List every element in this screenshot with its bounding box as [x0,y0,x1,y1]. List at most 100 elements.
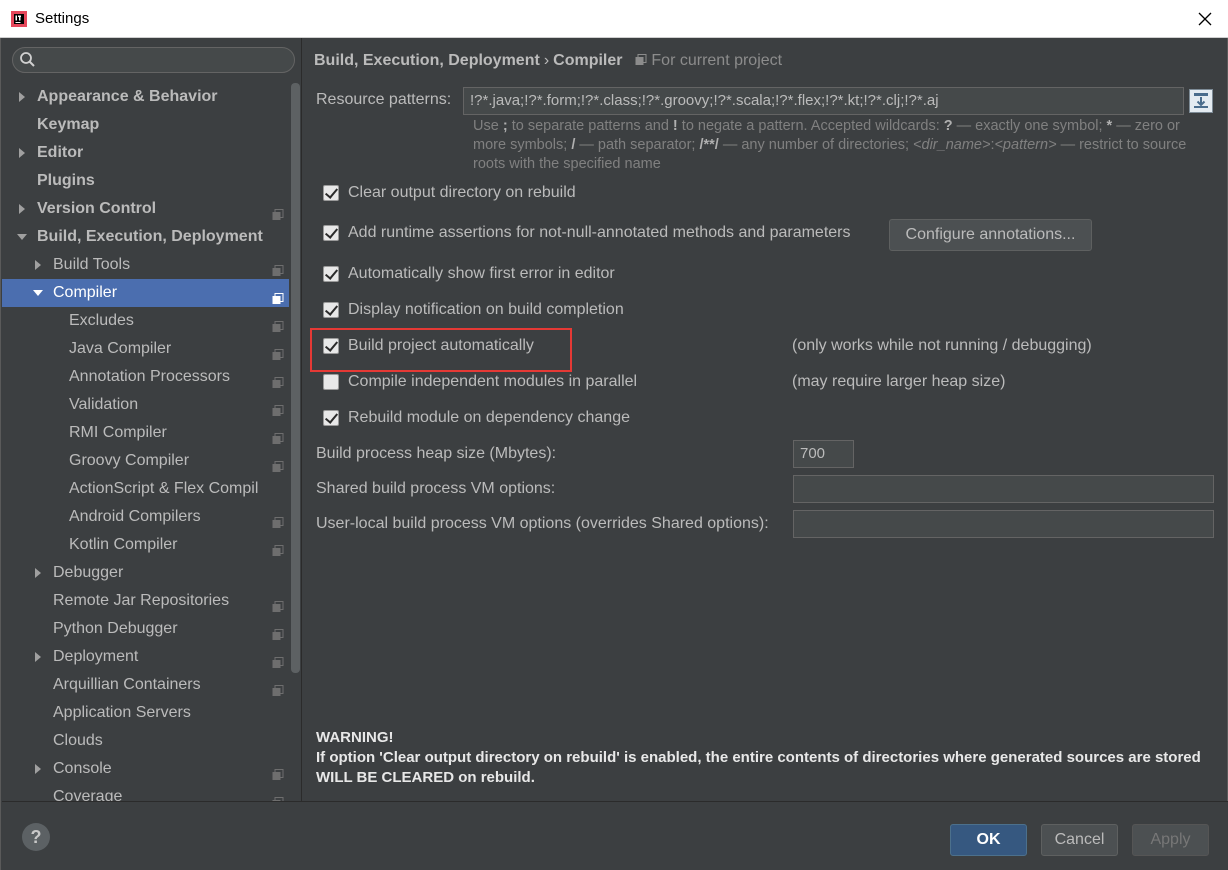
build-automatically-option[interactable]: Build project automatically [323,334,534,358]
user-vm-options-input[interactable] [793,510,1214,538]
sidebar-item[interactable]: Debugger [2,559,289,587]
shared-vm-options-input[interactable] [793,475,1214,503]
sidebar-item[interactable]: RMI Compiler [2,419,289,447]
settings-tree: Appearance & Behavior Keymap Editor Plugins… [2,83,301,801]
sidebar-scrollbar[interactable] [291,83,300,673]
notify-completion-option[interactable]: Display notification on build completion [323,298,624,322]
window-title: Settings [35,10,90,27]
project-scope-icon [272,595,284,612]
build-automatically-label: Build project automatically [348,337,534,354]
show-first-error-label: Automatically show first error in editor [348,265,615,282]
sidebar-item[interactable]: Compiler [2,279,289,307]
sidebar-item[interactable]: Annotation Processors [2,363,289,391]
project-scope-icon [272,511,284,528]
sidebar-item[interactable]: Editor [2,139,289,167]
notify-completion-checkbox[interactable] [323,302,339,318]
window-titlebar: Settings [0,0,1228,38]
heap-size-input[interactable]: 700 [793,440,854,468]
expanded-arrow-icon[interactable] [31,279,45,307]
sidebar-item[interactable]: Plugins [2,167,289,195]
warning-text: If option 'Clear output directory on reb… [316,749,1201,786]
runtime-assertions-checkbox[interactable] [323,225,339,241]
sidebar-item[interactable]: Keymap [2,111,289,139]
breadcrumb-compiler: Compiler [553,52,623,69]
sidebar-item[interactable]: Arquillian Containers [2,671,289,699]
expanded-arrow-icon[interactable] [15,223,29,251]
close-icon [1198,12,1212,26]
sidebar-item-label: Application Servers [53,704,191,721]
rebuild-dependency-checkbox[interactable] [323,410,339,426]
sidebar-item[interactable]: Groovy Compiler [2,447,289,475]
resource-patterns-input[interactable]: !?*.java;!?*.form;!?*.class;!?*.groovy;!… [463,87,1184,115]
compiler-settings-panel: Build, Execution, Deployment › Compiler Fo… [303,38,1228,801]
parallel-compile-checkbox[interactable] [323,374,339,390]
close-window-button[interactable] [1182,0,1228,38]
sidebar-item-label: Coverage [53,788,123,801]
cancel-button[interactable]: Cancel [1041,824,1118,856]
show-first-error-checkbox[interactable] [323,266,339,282]
sidebar-item[interactable]: Build, Execution, Deployment [2,223,289,251]
sidebar-item[interactable]: Build Tools [2,251,289,279]
breadcrumb-build-execution: Build, Execution, Deployment [314,52,540,69]
resource-patterns-label: Resource patterns: [316,91,452,108]
sidebar-item[interactable]: Android Compilers [2,503,289,531]
sidebar-item-label: Build Tools [53,256,131,273]
collapsed-arrow-icon[interactable] [15,195,29,223]
sidebar-item[interactable]: Coverage [2,783,289,801]
sidebar-item[interactable]: Version Control [2,195,289,223]
project-scope-icon [272,679,284,696]
sidebar-item-label: Excludes [69,312,134,329]
sidebar-item[interactable]: ActionScript & Flex Compil [2,475,289,503]
project-scope-icon [272,623,284,640]
sidebar-item[interactable]: Validation [2,391,289,419]
collapsed-arrow-icon[interactable] [15,83,29,111]
rebuild-dependency-option[interactable]: Rebuild module on dependency change [323,406,630,430]
scope-label: For current project [651,52,783,69]
sidebar-item[interactable]: Console [2,755,289,783]
sidebar-item-label: Python Debugger [53,620,178,637]
runtime-assertions-option[interactable]: Add runtime assertions for not-null-anno… [323,221,851,245]
sidebar-item-label: Console [53,760,112,777]
collapsed-arrow-icon[interactable] [31,559,45,587]
sidebar-item[interactable]: Deployment [2,643,289,671]
project-scope-icon [272,371,284,388]
project-scope-icon [272,343,284,360]
project-scope-icon [272,427,284,444]
parallel-compile-option[interactable]: Compile independent modules in parallel [323,370,637,394]
sidebar-item-label: Version Control [37,200,157,217]
clear-output-checkbox[interactable] [323,185,339,201]
sidebar-item-label: Kotlin Compiler [69,536,178,553]
sidebar-item-label: ActionScript & Flex Compil [69,480,259,497]
apply-button[interactable]: Apply [1132,824,1209,856]
settings-search-input[interactable] [12,47,295,73]
project-scope-icon [272,399,284,416]
shared-vm-options-label: Shared build process VM options: [316,480,556,497]
runtime-assertions-label: Add runtime assertions for not-null-anno… [348,224,851,241]
collapsed-arrow-icon[interactable] [15,139,29,167]
heap-size-label: Build process heap size (Mbytes): [316,445,557,462]
sidebar-item[interactable]: Java Compiler [2,335,289,363]
sidebar-item[interactable]: Excludes [2,307,289,335]
collapsed-arrow-icon[interactable] [31,251,45,279]
configure-annotations-button[interactable]: Configure annotations... [889,219,1092,251]
sidebar-item[interactable]: Kotlin Compiler [2,531,289,559]
clear-output-option[interactable]: Clear output directory on rebuild [323,181,576,205]
expand-patterns-button[interactable] [1189,89,1213,113]
sidebar-item-label: Debugger [53,564,124,581]
ok-button[interactable]: OK [950,824,1027,856]
sidebar-item[interactable]: Python Debugger [2,615,289,643]
project-scope-icon [272,315,284,332]
show-first-error-option[interactable]: Automatically show first error in editor [323,262,615,286]
sidebar-item[interactable]: Application Servers [2,699,289,727]
collapsed-arrow-icon[interactable] [31,755,45,783]
sidebar-item[interactable]: Appearance & Behavior [2,83,289,111]
warning-title: WARNING! [316,729,394,746]
notify-completion-label: Display notification on build completion [348,301,624,318]
sidebar-item[interactable]: Remote Jar Repositories [2,587,289,615]
sidebar-item[interactable]: Clouds [2,727,289,755]
build-automatically-checkbox[interactable] [323,338,339,354]
user-vm-options-label: User-local build process VM options (ove… [316,515,769,532]
help-button[interactable]: ? [22,823,50,851]
collapsed-arrow-icon[interactable] [31,643,45,671]
project-scope-icon [635,54,647,65]
